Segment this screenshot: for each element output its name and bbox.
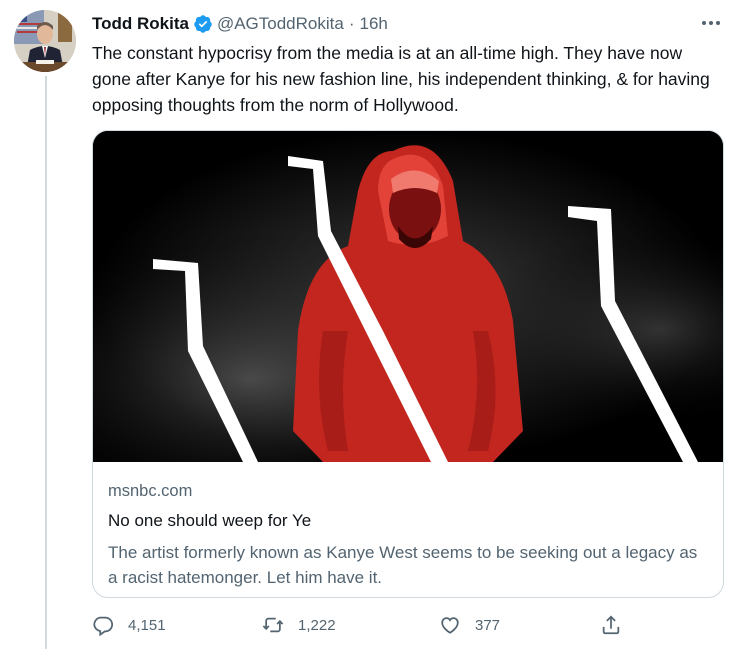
more-options-button[interactable] [698,11,726,35]
retweet-count: 1,222 [298,616,336,634]
reply-count: 4,151 [128,616,166,634]
author-name[interactable]: Todd Rokita [92,14,189,34]
like-button[interactable]: 377 [439,614,500,636]
thread-line [45,76,47,649]
card-image [93,131,723,463]
tweet-timestamp[interactable]: 16h [360,14,388,34]
share-button[interactable] [600,614,636,636]
heart-icon [441,617,459,634]
reply-icon [93,616,114,636]
avatar-image [14,10,76,72]
retweet-button[interactable]: 1,222 [262,614,336,636]
tweet-actions: 4,151 1,222 377 [0,614,738,640]
card-body: msnbc.com No one should weep for Ye The … [108,481,708,590]
link-card[interactable]: msnbc.com No one should weep for Ye The … [92,130,724,598]
retweet-icon [262,617,284,633]
verified-badge-icon [194,15,212,33]
share-icon [602,615,620,635]
card-domain: msnbc.com [108,482,193,500]
tweet-header: Todd Rokita @AGToddRokita · 16h [92,12,388,36]
author-avatar[interactable] [14,10,76,72]
separator-dot: · [348,14,355,33]
reply-button[interactable]: 4,151 [92,614,166,636]
tweet-text: The constant hypocrisy from the media is… [92,43,710,115]
card-title: No one should weep for Ye [108,511,312,530]
card-photo [93,131,723,463]
author-handle[interactable]: @AGToddRokita [217,14,344,34]
card-description: The artist formerly known as Kanye West … [108,543,698,587]
like-count: 377 [475,616,501,634]
more-horizontal-icon [702,21,720,25]
